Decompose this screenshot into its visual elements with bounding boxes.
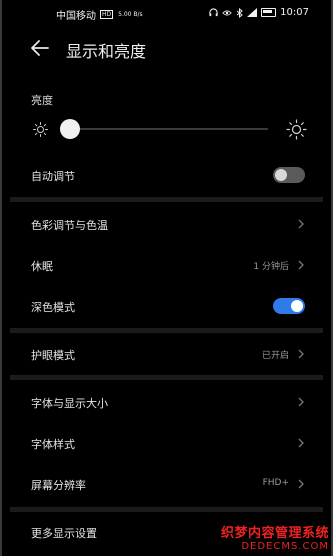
row-color-adjust[interactable]: 色彩调节与色温 (0, 204, 333, 244)
sun-small-icon (33, 122, 48, 137)
section-separator (10, 197, 323, 202)
row-auto-adjust[interactable]: 自动调节 (0, 155, 333, 195)
page-title: 显示和亮度 (66, 42, 147, 61)
status-left: 中国移动 HD 5.00 B/s (56, 7, 143, 22)
headphones-icon (209, 8, 218, 17)
watermark-line1: 织梦内容管理系统 (220, 526, 329, 541)
chevron-right-icon (298, 260, 304, 270)
battery-icon (261, 8, 277, 17)
eye-comfort-value: 已开启 (261, 351, 289, 361)
row-screen-resolution[interactable]: 屏幕分辨率 FHD+ (0, 464, 333, 504)
status-bar: 中国移动 HD 5.00 B/s 10:07 (0, 0, 333, 24)
status-time: 10:07 (280, 7, 309, 18)
row-sleep[interactable]: 休眠 1 分钟后 (0, 245, 333, 285)
sleep-label: 休眠 (31, 260, 53, 273)
chevron-right-icon (298, 219, 304, 229)
signal-icon (247, 8, 258, 17)
network-speed: 5.00 B/s (118, 11, 143, 18)
screen-resolution-value: FHD+ (262, 478, 289, 488)
back-arrow-icon[interactable] (28, 37, 52, 59)
status-right: 10:07 (209, 7, 309, 18)
chevron-right-icon (298, 479, 304, 489)
bluetooth-icon (236, 7, 243, 18)
section-separator (10, 328, 323, 333)
brightness-slider-track[interactable] (66, 128, 268, 130)
chevron-right-icon (298, 397, 304, 407)
font-display-size-label: 字体与显示大小 (31, 397, 108, 410)
brightness-slider-thumb[interactable] (60, 119, 81, 139)
section-separator (10, 375, 323, 380)
auto-adjust-toggle[interactable] (273, 167, 305, 183)
row-eye-comfort[interactable]: 护眼模式 已开启 (0, 334, 333, 374)
carrier-name: 中国移动 (56, 11, 96, 22)
chevron-right-icon (298, 349, 304, 359)
row-font-style[interactable]: 字体样式 (0, 423, 333, 463)
network-badge: HD (100, 10, 114, 19)
eye-icon (222, 10, 232, 15)
font-style-label: 字体样式 (31, 438, 75, 451)
brightness-label: 亮度 (31, 94, 53, 107)
sleep-value: 1 分钟后 (253, 262, 289, 272)
dark-mode-toggle[interactable] (273, 298, 305, 314)
more-display-settings-label: 更多显示设置 (31, 527, 97, 540)
chevron-right-icon (298, 438, 304, 448)
color-adjust-label: 色彩调节与色温 (31, 219, 108, 232)
watermark: 织梦内容管理系统 DEDECMS.COM (221, 522, 329, 552)
watermark-line2: DEDECMS.COM (241, 541, 329, 552)
row-font-display-size[interactable]: 字体与显示大小 (0, 382, 333, 422)
sun-large-icon (286, 119, 307, 140)
toggle-knob (275, 169, 287, 181)
toggle-knob (291, 300, 303, 312)
dark-mode-label: 深色模式 (31, 301, 75, 314)
screen-resolution-label: 屏幕分辨率 (31, 479, 86, 492)
auto-adjust-label: 自动调节 (31, 170, 75, 183)
eye-comfort-label: 护眼模式 (31, 349, 75, 362)
row-dark-mode[interactable]: 深色模式 (0, 286, 333, 326)
page-header: 显示和亮度 (0, 30, 333, 66)
